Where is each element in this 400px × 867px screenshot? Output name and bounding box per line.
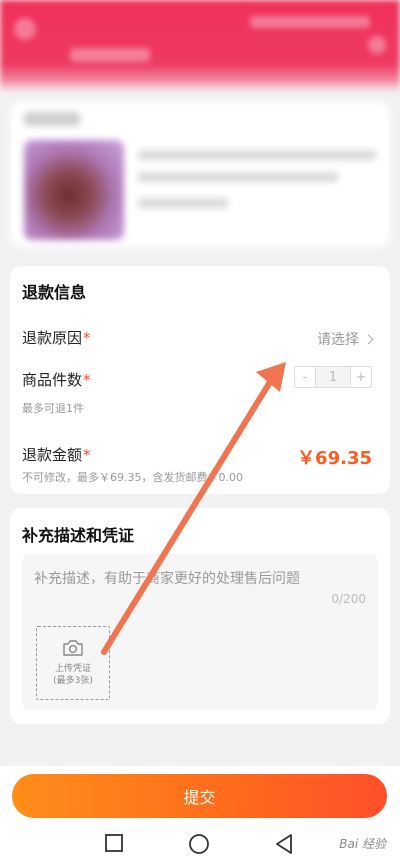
triangle-back-icon[interactable] bbox=[274, 833, 294, 855]
refund-amount-label: 退款金额* bbox=[22, 446, 91, 464]
refund-amount-note: 不可修改，最多￥69.35，含发货邮费￥0.00 bbox=[22, 471, 243, 484]
upload-evidence-button[interactable]: 上传凭证 (最多3张) bbox=[36, 626, 110, 700]
char-count: 0/200 bbox=[331, 592, 366, 606]
quantity-minus-button[interactable]: - bbox=[295, 367, 315, 387]
circle-home-icon[interactable] bbox=[188, 833, 210, 855]
quantity-stepper[interactable]: - 1 + bbox=[294, 366, 372, 388]
submit-button[interactable]: 提交 bbox=[12, 774, 387, 818]
upload-limit: (最多3张) bbox=[53, 676, 93, 686]
submit-bar: 提交 bbox=[0, 766, 400, 821]
baidu-watermark: Bai 经验 bbox=[339, 837, 386, 851]
product-thumbnail bbox=[24, 140, 124, 240]
description-textarea[interactable]: 补充描述，有助于商家更好的处理售后问题 0/200 上传凭证 (最多3张) bbox=[22, 554, 378, 710]
required-mark: * bbox=[83, 371, 91, 389]
camera-icon bbox=[63, 640, 83, 656]
chevron-right-icon bbox=[363, 334, 374, 344]
description-card: 补充描述和凭证 补充描述，有助于商家更好的处理售后问题 0/200 上传凭证 (… bbox=[10, 508, 390, 724]
description-title: 补充描述和凭证 bbox=[22, 526, 135, 545]
system-nav-bar: Bai 经验 bbox=[0, 821, 400, 867]
description-placeholder: 补充描述，有助于商家更好的处理售后问题 bbox=[34, 571, 300, 587]
refund-info-title: 退款信息 bbox=[22, 283, 87, 302]
refund-reason-placeholder: 请选择 bbox=[317, 332, 359, 348]
blurred-product-card bbox=[10, 102, 390, 247]
required-mark: * bbox=[83, 446, 91, 464]
quantity-label: 商品件数* bbox=[22, 371, 91, 389]
quantity-plus-button[interactable]: + bbox=[351, 367, 371, 387]
quantity-value[interactable]: 1 bbox=[315, 367, 351, 387]
upload-label: 上传凭证 bbox=[54, 664, 91, 674]
required-mark: * bbox=[83, 329, 91, 347]
refund-amount-value: ￥69.35 bbox=[297, 448, 372, 469]
refund-reason-select[interactable]: 请选择 bbox=[317, 329, 374, 349]
refund-reason-label: 退款原因* bbox=[22, 329, 91, 347]
blurred-header bbox=[0, 0, 400, 92]
header-fade bbox=[0, 80, 400, 102]
square-recents-icon[interactable] bbox=[104, 833, 124, 853]
quantity-note: 最多可退1件 bbox=[22, 402, 84, 415]
refund-info-card: 退款信息 退款原因* 请选择 商品件数* - 1 + 最多可退1件 退款金额* … bbox=[10, 266, 390, 494]
